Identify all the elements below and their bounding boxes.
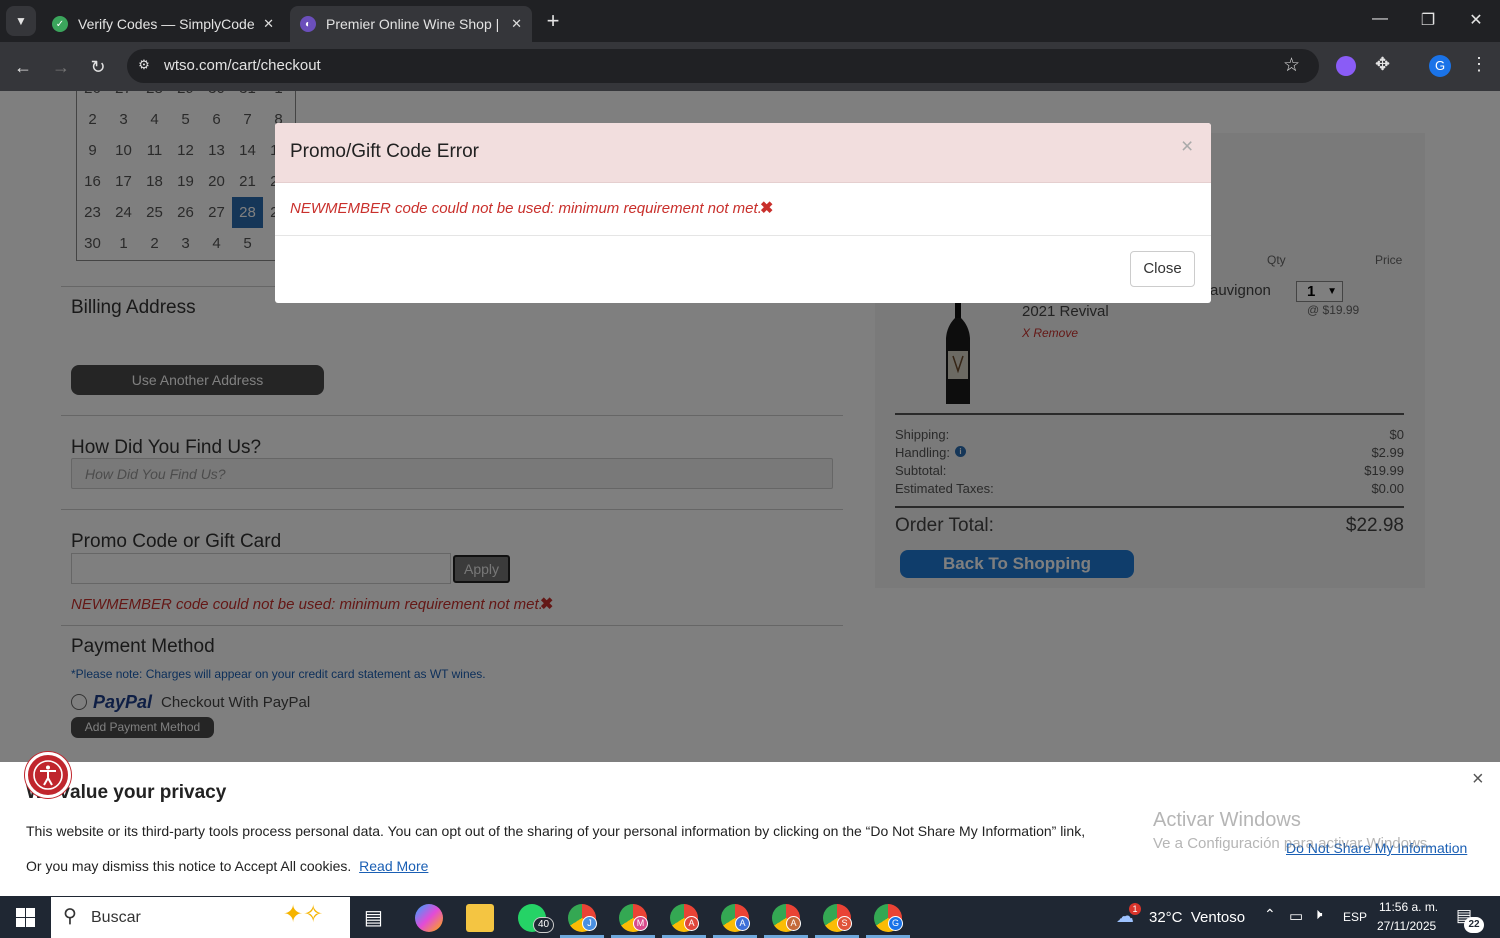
divider (275, 235, 1211, 236)
simplycodes-icon: ✓ (52, 16, 68, 32)
read-more-link[interactable]: Read More (359, 858, 428, 874)
profile-avatar[interactable]: G (1429, 55, 1451, 77)
tab-title: Verify Codes — SimplyCodes (78, 16, 256, 32)
modal-close-icon[interactable]: × (1181, 135, 1193, 159)
network-icon[interactable]: ▭ (1289, 907, 1303, 925)
accessibility-icon (33, 760, 63, 790)
modal-title: Promo/Gift Code Error (290, 141, 479, 162)
privacy-text-line1: This website or its third-party tools pr… (26, 823, 1086, 839)
promo-error-modal: Promo/Gift Code Error × NEWMEMBER code c… (275, 123, 1211, 303)
weather-badge: 1 (1129, 903, 1141, 915)
extensions-puzzle-icon[interactable]: ✥ (1375, 54, 1390, 75)
privacy-text-line2: Or you may dismiss this notice to Accept… (26, 858, 428, 874)
chrome-profile-badge: A (786, 916, 801, 931)
whatsapp-badge: 40 (533, 917, 554, 933)
clock-time[interactable]: 11:56 a. m. (1379, 900, 1438, 914)
error-x-icon: ✖ (760, 200, 774, 217)
modal-error-message: NEWMEMBER code could not be used: minimu… (290, 200, 762, 217)
taskbar-search[interactable]: ⚲ Buscar ✦✧ (51, 897, 350, 938)
chrome-profile-badge: A (735, 916, 750, 931)
new-tab-button[interactable]: + (541, 8, 565, 34)
chrome-profile-badge: M (633, 916, 648, 931)
bookmark-star-icon[interactable]: ☆ (1283, 54, 1300, 77)
restore-icon[interactable]: ❐ (1418, 10, 1438, 32)
notifications-badge: 22 (1464, 917, 1484, 933)
menu-kebab-icon[interactable]: ⋮ (1470, 54, 1488, 75)
search-placeholder: Buscar (91, 909, 141, 926)
reload-icon[interactable]: ↻ (86, 55, 110, 79)
extension-simplycodes-icon[interactable] (1336, 56, 1356, 76)
copilot-icon[interactable] (415, 904, 443, 932)
accessibility-button[interactable] (25, 752, 71, 798)
task-view-icon[interactable]: ▤ (364, 905, 383, 930)
windows-start-icon[interactable] (16, 908, 35, 927)
site-info-icon[interactable]: ⚙ (135, 57, 153, 75)
clock-date[interactable]: 27/11/2025 (1377, 919, 1436, 933)
back-arrow-icon[interactable]: ← (11, 55, 35, 79)
chrome-profile-badge: J (582, 916, 597, 931)
weather-text[interactable]: 32°C Ventoso (1149, 909, 1245, 926)
privacy-dismiss-text: Or you may dismiss this notice to Accept… (26, 858, 352, 874)
volume-icon[interactable]: 🕨 (1313, 906, 1322, 923)
modal-close-button[interactable]: Close (1130, 251, 1195, 287)
forward-arrow-icon[interactable]: → (49, 55, 73, 79)
chrome-profile-badge: G (888, 916, 903, 931)
chevron-down-icon: ▼ (15, 14, 27, 28)
close-tab-icon[interactable]: ✕ (263, 16, 274, 32)
minimize-icon[interactable]: — (1370, 10, 1390, 32)
windows-watermark-subtitle: Ve a Configuración para activar Windows. (1153, 835, 1432, 852)
file-explorer-icon[interactable] (466, 904, 494, 932)
tab-simplycodes[interactable]: ✓ Verify Codes — SimplyCodes ✕ (42, 6, 284, 42)
search-icon: ⚲ (63, 906, 77, 927)
copilot-sparkle-icon: ✦✧ (283, 901, 324, 928)
chrome-profile-badge: A (684, 916, 699, 931)
close-window-icon[interactable]: ✕ (1466, 10, 1486, 32)
wtso-icon: ◐ (300, 16, 316, 32)
close-tab-icon[interactable]: ✕ (511, 16, 522, 32)
privacy-close-icon[interactable]: × (1472, 768, 1484, 791)
language-indicator[interactable]: ESP (1343, 910, 1367, 924)
privacy-banner: We value your privacy This website or it… (0, 762, 1500, 896)
windows-watermark-title: Activar Windows (1153, 809, 1301, 831)
tab-wtso[interactable]: ◐ Premier Online Wine Shop | Wi ✕ (290, 6, 532, 42)
tray-chevron-icon[interactable]: ⌃ (1264, 906, 1276, 923)
tab-title: Premier Online Wine Shop | Wi (326, 16, 504, 32)
url-text[interactable]: wtso.com/cart/checkout (164, 57, 321, 74)
chrome-profile-badge: S (837, 916, 852, 931)
tab-list-button[interactable]: ▼ (6, 6, 36, 36)
